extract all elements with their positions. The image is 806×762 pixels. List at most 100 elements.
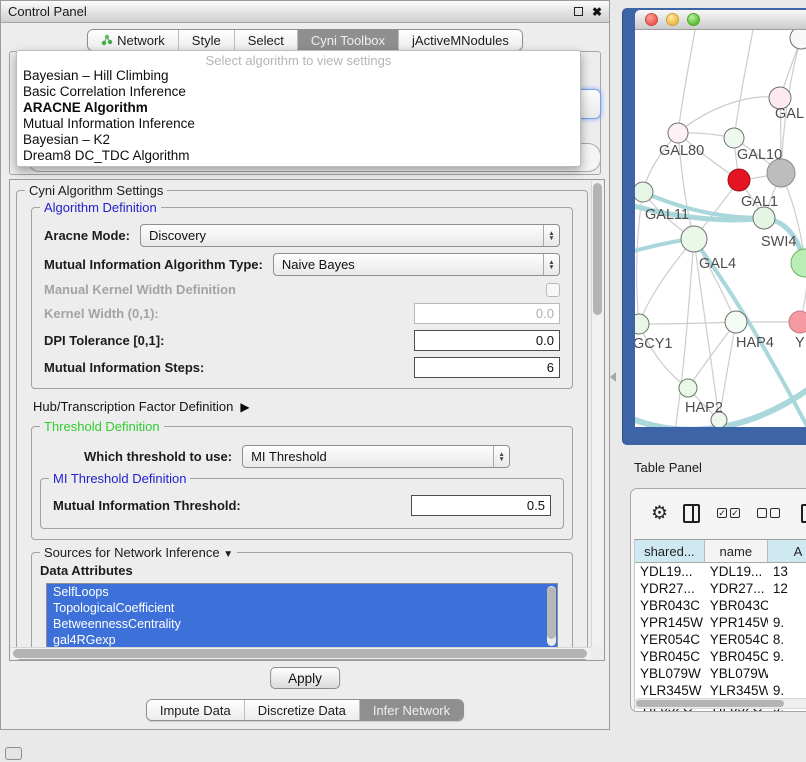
mi-type-value: Naive Bayes: [282, 257, 543, 272]
node-hap2[interactable]: [679, 379, 697, 397]
sources-group-title: Sources for Network Inference ▼: [40, 545, 237, 560]
collapsed-panel-icon[interactable]: [5, 747, 22, 760]
algorithm-dropdown-popup: Select algorithm to view settings Bayesi…: [16, 50, 581, 167]
mi-type-combo[interactable]: Naive Bayes ▲▼: [273, 253, 560, 276]
attribute-list-item[interactable]: TopologicalCoefficient: [47, 600, 557, 616]
which-threshold-value: MI Threshold: [251, 449, 493, 464]
attribute-list-item[interactable]: SelfLoops: [47, 584, 557, 600]
column-layout-icon[interactable]: [683, 504, 700, 523]
bottom-tab-impute-data[interactable]: Impute Data: [147, 700, 245, 720]
bottom-tabs: Impute DataDiscretize DataInfer Network: [1, 699, 609, 721]
algorithm-option[interactable]: Dream8 DC_TDC Algorithm: [17, 148, 580, 164]
data-attributes-list[interactable]: SelfLoopsTopologicalCoefficientBetweenne…: [46, 583, 558, 651]
close-traffic-light-icon[interactable]: [645, 13, 658, 26]
control-panel-titlebar: Control Panel ✖: [1, 1, 609, 23]
table-horizontal-scrollbar[interactable]: [634, 698, 806, 709]
bottom-tab-infer-network[interactable]: Infer Network: [360, 700, 463, 720]
table-row[interactable]: YER054CYER054C8.: [635, 631, 806, 648]
select-all-icon[interactable]: ✓✓: [717, 508, 740, 518]
stepper-arrows-icon: ▲▼: [543, 254, 559, 275]
minimize-traffic-light-icon[interactable]: [666, 13, 679, 26]
algorithm-option[interactable]: Mutual Information Inference: [17, 116, 580, 132]
threshold-definition-group: Threshold Definition Which threshold to …: [31, 426, 573, 540]
attribute-list-item[interactable]: BetweennessCentrality: [47, 616, 557, 632]
node-top[interactable]: [790, 30, 806, 49]
deselect-all-icon[interactable]: [757, 508, 780, 518]
table-header-row: shared...nameA: [635, 540, 806, 563]
algorithm-dropdown-prompt: Select algorithm to view settings: [17, 53, 580, 68]
which-threshold-combo[interactable]: MI Threshold ▲▼: [242, 445, 510, 468]
algorithm-option[interactable]: Basic Correlation Inference: [17, 84, 580, 100]
node-gal4[interactable]: [681, 226, 707, 252]
zoom-traffic-light-icon[interactable]: [687, 13, 700, 26]
mi-steps-field[interactable]: 6: [414, 357, 560, 378]
mi-threshold-field[interactable]: 0.5: [411, 495, 551, 516]
attribute-list-item[interactable]: gal4RGexp: [47, 632, 557, 648]
kernel-width-field[interactable]: 0.0: [414, 303, 560, 324]
settings-vertical-scrollbar[interactable]: [591, 181, 603, 647]
node-gray[interactable]: [767, 159, 795, 187]
table-row[interactable]: YBR043CYBR043C: [635, 597, 806, 614]
list-scrollbar[interactable]: [547, 586, 556, 646]
node-right-pink[interactable]: [789, 311, 806, 333]
aracne-mode-combo[interactable]: Discovery ▲▼: [140, 224, 560, 247]
settings-viewport: Cyni Algorithm Settings Algorithm Defini…: [9, 179, 605, 661]
table-row[interactable]: YLR345WYLR345W9.: [635, 682, 806, 699]
table-row[interactable]: YDL19...YDL19...13: [635, 563, 806, 580]
tab-jactivemnodules[interactable]: jActiveMNodules: [399, 30, 522, 50]
settings-horizontal-scrollbar[interactable]: [11, 647, 591, 659]
stepper-arrows-icon: ▲▼: [493, 446, 509, 467]
table-column-header[interactable]: shared...: [635, 540, 705, 562]
node-label: GAL10: [737, 147, 782, 163]
node-gal11[interactable]: [635, 182, 653, 202]
settings-gear-icon[interactable]: ⚙: [651, 504, 668, 523]
node-hap4[interactable]: [725, 311, 747, 333]
node-gal1[interactable]: [753, 207, 775, 229]
tab-network[interactable]: Network: [88, 30, 179, 50]
algorithm-definition-title: Algorithm Definition: [40, 200, 161, 215]
control-panel-window: Control Panel ✖ NetworkStyleSelectCyni T…: [0, 0, 610, 730]
cyni-settings-group: Cyni Algorithm Settings Algorithm Defini…: [16, 190, 588, 660]
bottom-tab-discretize-data[interactable]: Discretize Data: [245, 700, 360, 720]
table-column-header[interactable]: name: [705, 540, 768, 562]
mi-type-label: Mutual Information Algorithm Type:: [44, 257, 263, 272]
manual-kernel-label: Manual Kernel Width Definition: [44, 282, 236, 297]
node-gal80[interactable]: [668, 123, 688, 143]
dpi-tolerance-field[interactable]: 0.0: [414, 330, 560, 351]
table-row[interactable]: YDR27...YDR27...12: [635, 580, 806, 597]
network-edge: [639, 239, 694, 324]
node-right-green[interactable]: [791, 249, 806, 277]
table-row[interactable]: YPR145WYPR145W9.: [635, 614, 806, 631]
algorithm-option[interactable]: Bayesian – Hill Climbing: [17, 68, 580, 84]
table-row[interactable]: YBR045CYBR045C9.: [635, 648, 806, 665]
table-toolbar: ⚙ ✓✓: [631, 495, 806, 531]
control-panel-tabs: NetworkStyleSelectCyni ToolboxjActiveMNo…: [1, 29, 609, 51]
tab-select[interactable]: Select: [235, 30, 298, 50]
collapse-down-icon[interactable]: ▼: [223, 549, 233, 560]
manual-kernel-checkbox[interactable]: [546, 283, 560, 297]
splitter-handle[interactable]: [610, 372, 616, 382]
network-edge: [678, 97, 780, 133]
float-window-icon[interactable]: [574, 7, 583, 16]
tab-style[interactable]: Style: [179, 30, 235, 50]
network-edge: [675, 239, 694, 427]
stepper-arrows-icon: ▲▼: [543, 225, 559, 246]
network-edge: [688, 322, 736, 388]
algorithm-option[interactable]: ARACNE Algorithm: [17, 100, 580, 116]
export-table-icon[interactable]: [801, 504, 806, 523]
apply-button[interactable]: Apply: [270, 667, 340, 689]
node-red[interactable]: [728, 169, 750, 191]
network-edge: [639, 324, 688, 388]
hub-definition-expander[interactable]: Hub/Transcription Factor Definition ▶: [33, 399, 587, 414]
table-column-header[interactable]: A: [768, 540, 806, 562]
node-gal10[interactable]: [724, 128, 744, 148]
algorithm-definition-group: Algorithm Definition Aracne Mode: Discov…: [31, 207, 573, 389]
node-gcy1[interactable]: [635, 314, 649, 334]
network-canvas[interactable]: GALGAL80GAL10GAL1GAL11SWI4GAL4GCY1HAP4YH…: [635, 30, 806, 427]
tab-cyni-toolbox[interactable]: Cyni Toolbox: [298, 30, 399, 50]
network-edge: [734, 30, 753, 138]
algorithm-option[interactable]: Bayesian – K2: [17, 132, 580, 148]
node-label: HAP2: [685, 400, 723, 416]
table-row[interactable]: YBL079WYBL079W: [635, 665, 806, 682]
close-panel-icon[interactable]: ✖: [592, 6, 602, 18]
